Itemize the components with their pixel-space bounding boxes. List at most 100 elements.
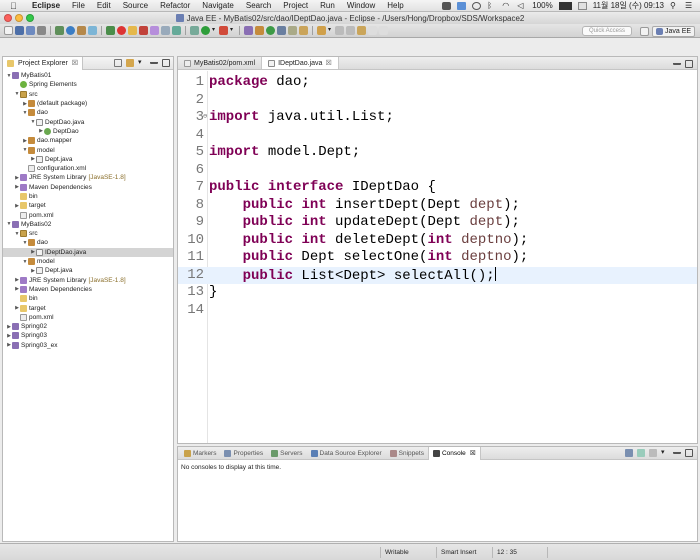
tree-item[interactable]: ▼ model (3, 257, 173, 266)
language-icon[interactable] (577, 1, 587, 10)
new-icon[interactable] (4, 26, 13, 35)
battery-icon[interactable] (558, 1, 572, 10)
code-line[interactable]: 8 public int insertDept(Dept dept); (178, 197, 697, 215)
tree-item[interactable]: ▼ MyBatis02 (3, 220, 173, 229)
menu-refactor[interactable]: Refactor (154, 1, 196, 10)
tree-item[interactable]: ▼ src (3, 90, 173, 99)
open-type-icon[interactable] (288, 26, 297, 35)
refresh-icon[interactable] (172, 26, 181, 35)
code-line[interactable]: 4 (178, 127, 697, 145)
maximize-view-icon[interactable] (162, 59, 170, 67)
tree-item[interactable]: ▶ target (3, 303, 173, 312)
tab-pom-xml[interactable]: MyBatis02/pom.xml (178, 57, 263, 69)
code-line[interactable]: 2 (178, 92, 697, 110)
javaee-perspective-button[interactable]: Java EE (652, 25, 696, 37)
tab-snippets[interactable]: Snippets (386, 447, 428, 460)
open-console-icon[interactable] (637, 449, 645, 457)
menu-source[interactable]: Source (117, 1, 154, 10)
quick-access-input[interactable]: Quick Access (582, 26, 632, 36)
fold-toggle-icon[interactable]: ⊖ (203, 109, 207, 127)
tree-item[interactable]: ▶ Maven Dependencies (3, 285, 173, 294)
new-package-icon[interactable] (255, 26, 264, 35)
search-menu-icon[interactable]: ▾ (328, 26, 333, 35)
tree-item[interactable]: configuration.xml (3, 164, 173, 173)
code-line[interactable]: 11 public Dept selectOne(int deptno); (178, 249, 697, 267)
format-icon[interactable] (161, 26, 170, 35)
step-icon[interactable] (150, 26, 159, 35)
code-line[interactable]: 1 package dao; (178, 74, 697, 92)
maximize-view-icon[interactable] (685, 449, 693, 457)
menu-app-name[interactable]: Eclipse (26, 1, 66, 10)
tree-item[interactable]: ▶ Maven Dependencies (3, 183, 173, 192)
minimize-view-icon[interactable] (673, 449, 681, 454)
tree-item[interactable]: ▶ dao.mapper (3, 136, 173, 145)
wifi-icon[interactable]: ◠ (502, 1, 511, 10)
tab-console[interactable]: Console ☒ (427, 446, 481, 460)
close-window-button[interactable] (4, 14, 12, 22)
tree-item[interactable]: pom.xml (3, 313, 173, 322)
view-menu-icon[interactable]: ▾ (138, 59, 146, 67)
code-text-area[interactable]: 1 package dao; 2 3 ⊖ import java.util.List; 4 5… (178, 71, 697, 443)
menu-run[interactable]: Run (314, 1, 341, 10)
display-console-icon[interactable] (625, 449, 633, 457)
close-icon[interactable]: ☒ (470, 449, 476, 457)
save-icon[interactable] (15, 26, 24, 35)
status-insert-mode[interactable]: Smart Insert (436, 547, 492, 558)
view-menu-icon[interactable]: ▾ (661, 449, 669, 457)
maximize-editor-icon[interactable] (685, 60, 693, 68)
minimize-editor-icon[interactable] (673, 60, 681, 65)
tree-item[interactable]: Spring Elements (3, 80, 173, 89)
tree-item[interactable]: ▶ JRE System Library [JavaSE-1.8] (3, 276, 173, 285)
external-tools-menu-icon[interactable]: ▾ (230, 26, 235, 35)
minimize-window-button[interactable] (15, 14, 23, 22)
pin-console-icon[interactable] (649, 449, 657, 457)
tab-markers[interactable]: Markers (180, 447, 220, 460)
annotation-prev-icon[interactable] (346, 26, 355, 35)
annotation-next-icon[interactable] (335, 26, 344, 35)
code-line[interactable]: 5 import model.Dept; (178, 144, 697, 162)
resume-icon[interactable] (128, 26, 137, 35)
external-tools-icon[interactable] (219, 26, 228, 35)
back-icon[interactable] (368, 26, 377, 35)
tree-item[interactable]: ▶ target (3, 201, 173, 210)
menu-search[interactable]: Search (240, 1, 277, 10)
minimize-view-icon[interactable] (150, 59, 158, 64)
new-java-project-icon[interactable] (244, 26, 253, 35)
menu-file[interactable]: File (66, 1, 91, 10)
tray-app-icon[interactable] (442, 1, 452, 10)
menu-edit[interactable]: Edit (91, 1, 117, 10)
code-line[interactable]: 12 public List<Dept> selectAll(); (178, 266, 697, 284)
tree-item[interactable]: ▶ Spring03 (3, 331, 173, 340)
time-machine-icon[interactable] (472, 1, 482, 10)
volume-icon[interactable]: ◁ (517, 1, 526, 10)
print-icon[interactable] (37, 26, 46, 35)
collapse-all-icon[interactable] (114, 59, 122, 67)
new-class-icon[interactable] (266, 26, 275, 35)
run-menu-icon[interactable]: ▾ (212, 26, 217, 35)
tab-project-explorer[interactable]: Project Explorer ☒ (3, 56, 84, 70)
menu-window[interactable]: Window (341, 1, 381, 10)
menu-navigate[interactable]: Navigate (196, 1, 240, 10)
web-icon[interactable] (66, 26, 75, 35)
stop-icon[interactable] (117, 26, 126, 35)
tab-ideptdao-java[interactable]: IDeptDao.java ☒ (262, 57, 339, 69)
code-line[interactable]: 7 public interface IDeptDao { (178, 179, 697, 197)
link-with-editor-icon[interactable] (126, 59, 134, 67)
bluetooth-icon[interactable]: ᛒ (487, 1, 496, 10)
search-icon[interactable] (317, 26, 326, 35)
debug-icon[interactable] (106, 26, 115, 35)
server-icon[interactable] (55, 26, 64, 35)
close-icon[interactable]: ☒ (325, 59, 331, 67)
tree-item[interactable]: ▶ Spring02 (3, 322, 173, 331)
code-line[interactable]: 9 public int updateDept(Dept dept); (178, 214, 697, 232)
tab-properties[interactable]: Properties (220, 447, 267, 460)
menu-clock[interactable]: 11월 18일 (수) 09:13 (593, 0, 664, 11)
tree-item[interactable]: ▼ DeptDao.java (3, 117, 173, 126)
skip-breakpoints-icon[interactable] (88, 26, 97, 35)
notification-center-icon[interactable]: ☰ (685, 1, 694, 10)
tree-item[interactable]: bin (3, 192, 173, 201)
menu-project[interactable]: Project (277, 1, 314, 10)
tree-item[interactable]: ▼ dao (3, 238, 173, 247)
tree-item[interactable]: ▶ Dept.java (3, 155, 173, 164)
close-icon[interactable]: ☒ (72, 59, 78, 67)
